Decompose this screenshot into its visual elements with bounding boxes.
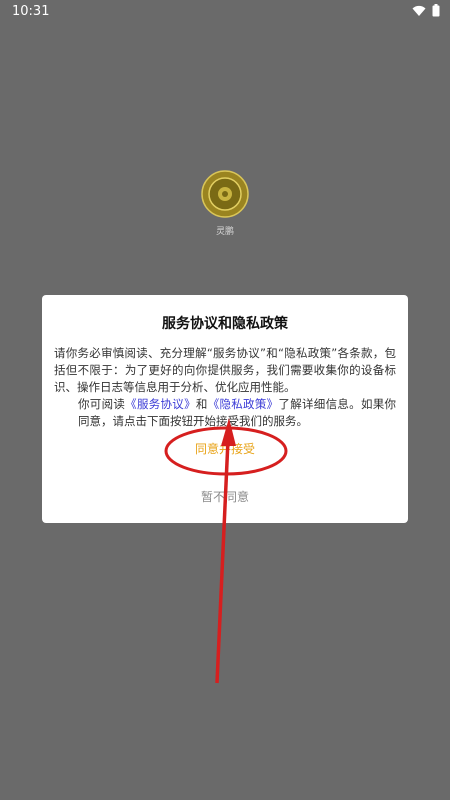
p2-and: 和: [195, 397, 208, 411]
service-agreement-link[interactable]: 《服务协议》: [125, 397, 196, 411]
disagree-button[interactable]: 暂不同意: [42, 488, 408, 505]
screen: 10:31 灵鹏 服务协议和隐私政策 请你务必审慎阅读、充分理解“服务协议”和“…: [0, 0, 450, 800]
privacy-dialog: 服务协议和隐私政策 请你务必审慎阅读、充分理解“服务协议”和“隐私政策”各条款，…: [42, 295, 408, 523]
p2-prefix: 你可阅读: [78, 397, 126, 411]
status-time: 10:31: [12, 4, 50, 19]
wifi-icon: [412, 5, 426, 16]
agree-button[interactable]: 同意并接受: [42, 440, 408, 457]
dialog-title: 服务协议和隐私政策: [162, 316, 288, 332]
app-logo-icon: [201, 170, 249, 218]
privacy-policy-link[interactable]: 《隐私政策》: [208, 397, 279, 411]
status-bar: 10:31: [0, 0, 450, 24]
app-name: 灵鹏: [215, 227, 234, 237]
dialog-paragraph-2: 你可阅读《服务协议》和《隐私政策》了解详细信息。如果你同意，请点击下面按钮开始接…: [54, 396, 396, 430]
dialog-paragraph-1: 请你务必审慎阅读、充分理解“服务协议”和“隐私政策”各条款，包括但不限于：为了更…: [54, 346, 396, 394]
battery-icon: [432, 4, 440, 17]
status-icons: [412, 4, 440, 17]
dialog-body: 请你务必审慎阅读、充分理解“服务协议”和“隐私政策”各条款，包括但不限于：为了更…: [54, 345, 396, 430]
